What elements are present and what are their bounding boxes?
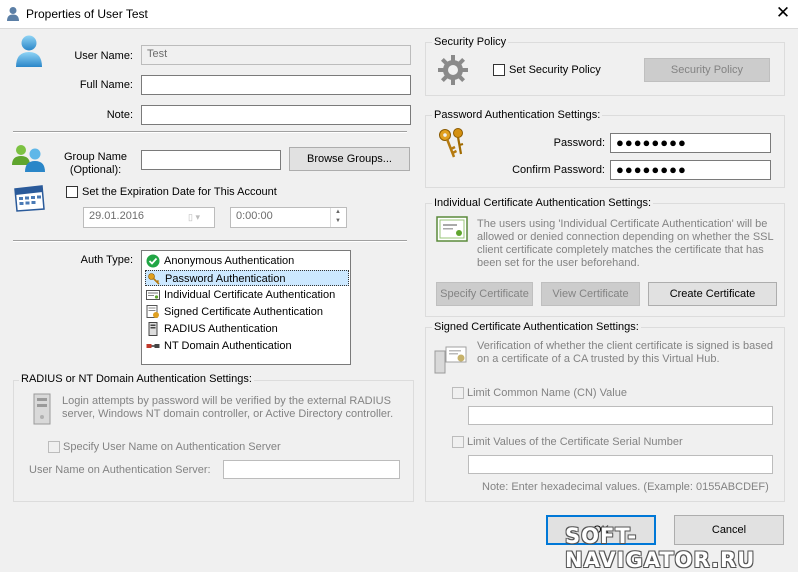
- password-settings-title: Password Authentication Settings:: [432, 109, 603, 121]
- username-field[interactable]: Test: [141, 45, 411, 65]
- signed-certificate-icon: [434, 345, 468, 375]
- watermark: SOFT-NAVIGATOR.RU: [565, 524, 756, 572]
- keys-icon: [147, 272, 161, 286]
- individual-cert-title: Individual Certificate Authentication Se…: [432, 197, 654, 209]
- create-certificate-button[interactable]: Create Certificate: [648, 282, 777, 306]
- auth-type-individual-certificate[interactable]: Individual Certificate Authentication: [145, 287, 349, 303]
- auth-type-label-text: RADIUS Authentication: [164, 323, 278, 335]
- security-policy-title: Security Policy: [432, 36, 509, 48]
- certificate-icon: [436, 216, 468, 242]
- calendar-icon: [12, 184, 46, 212]
- browse-groups-button[interactable]: Browse Groups...: [289, 147, 410, 171]
- limit-cn-checkbox[interactable]: [452, 387, 464, 399]
- auth-type-anonymous[interactable]: Anonymous Authentication: [145, 253, 349, 269]
- user-icon: [14, 34, 44, 68]
- individual-cert-description: The users using 'Individual Certificate …: [477, 218, 774, 269]
- separator: [13, 131, 407, 133]
- cn-value-field[interactable]: [468, 406, 773, 425]
- window-title: Properties of User Test: [26, 7, 148, 21]
- auth-type-label-text: Individual Certificate Authentication: [164, 289, 336, 301]
- limit-cn-label[interactable]: Limit Common Name (CN) Value: [467, 387, 627, 399]
- server-username-label: User Name on Authentication Server:: [29, 464, 211, 476]
- window-user-icon: [6, 6, 20, 22]
- auth-type-nt-domain[interactable]: NT Domain Authentication: [145, 338, 349, 354]
- group-label: Group Name (Optional):: [58, 151, 133, 177]
- expiration-date-value: 29.01.2016: [89, 210, 145, 222]
- specify-certificate-button[interactable]: Specify Certificate: [436, 282, 533, 306]
- fullname-label: Full Name:: [79, 79, 133, 91]
- time-spinner[interactable]: ▲ ▼: [330, 208, 345, 227]
- expiration-label[interactable]: Set the Expiration Date for This Account: [82, 186, 277, 198]
- password-field[interactable]: ●●●●●●●●: [610, 133, 771, 153]
- auth-type-label-text: Password Authentication: [165, 273, 286, 285]
- server-icon: [29, 393, 55, 425]
- expiration-time-value: 0:00:00: [236, 210, 273, 222]
- note-label: Note:: [106, 109, 133, 121]
- group-label-line2: (Optional):: [69, 164, 122, 176]
- expiration-checkbox[interactable]: [66, 186, 78, 198]
- certificate-icon: [146, 288, 160, 302]
- auth-type-label-text: NT Domain Authentication: [164, 340, 292, 352]
- group-name-field[interactable]: [141, 150, 281, 170]
- gear-icon: [437, 54, 469, 86]
- auth-type-label-text: Anonymous Authentication: [164, 255, 295, 267]
- server-icon: [146, 322, 160, 336]
- note-field[interactable]: [141, 105, 411, 125]
- auth-type-signed-certificate[interactable]: Signed Certificate Authentication: [145, 304, 349, 320]
- username-label: User Name:: [74, 50, 133, 62]
- limit-serial-label[interactable]: Limit Values of the Certificate Serial N…: [467, 436, 683, 448]
- auth-type-label: Auth Type:: [80, 254, 133, 266]
- limit-serial-checkbox[interactable]: [452, 436, 464, 448]
- network-cable-icon: [146, 339, 160, 353]
- confirm-password-field[interactable]: ●●●●●●●●: [610, 160, 771, 180]
- signed-cert-description: Verification of whether the client certi…: [477, 340, 773, 365]
- hex-note: Note: Enter hexadecimal values. (Example…: [482, 481, 769, 493]
- password-label: Password:: [553, 137, 605, 149]
- auth-type-password[interactable]: Password Authentication: [145, 270, 349, 286]
- auth-type-list[interactable]: Anonymous Authentication Password Authen…: [141, 250, 351, 365]
- view-certificate-button[interactable]: View Certificate: [541, 282, 640, 306]
- group-label-line1: Group Name: [64, 151, 127, 163]
- specify-username-label[interactable]: Specify User Name on Authentication Serv…: [63, 441, 281, 453]
- set-security-policy-checkbox[interactable]: [493, 64, 505, 76]
- signed-certificate-icon: [146, 305, 160, 319]
- expiration-time-field[interactable]: 0:00:00 ▲ ▼: [230, 207, 347, 228]
- confirm-password-label: Confirm Password:: [512, 164, 605, 176]
- serial-value-field[interactable]: [468, 455, 773, 474]
- close-button[interactable]: ✕: [772, 2, 794, 24]
- fullname-field[interactable]: [141, 75, 411, 95]
- expiration-date-picker[interactable]: 29.01.2016 ▯ ▾: [83, 207, 215, 228]
- keys-icon: [437, 127, 467, 161]
- radius-settings-title: RADIUS or NT Domain Authentication Setti…: [19, 373, 254, 385]
- specify-username-checkbox[interactable]: [48, 441, 60, 453]
- separator: [13, 240, 407, 242]
- signed-cert-title: Signed Certificate Authentication Settin…: [432, 321, 641, 333]
- check-circle-icon: [146, 254, 160, 268]
- auth-type-label-text: Signed Certificate Authentication: [164, 306, 323, 318]
- server-username-field[interactable]: [223, 460, 400, 479]
- group-icon: [11, 143, 47, 173]
- set-security-policy-label[interactable]: Set Security Policy: [509, 64, 601, 76]
- calendar-dropdown-icon[interactable]: ▯ ▾: [188, 212, 210, 224]
- auth-type-radius[interactable]: RADIUS Authentication: [145, 321, 349, 337]
- radius-description: Login attempts by password will be verif…: [62, 395, 394, 420]
- security-policy-button[interactable]: Security Policy: [644, 58, 770, 82]
